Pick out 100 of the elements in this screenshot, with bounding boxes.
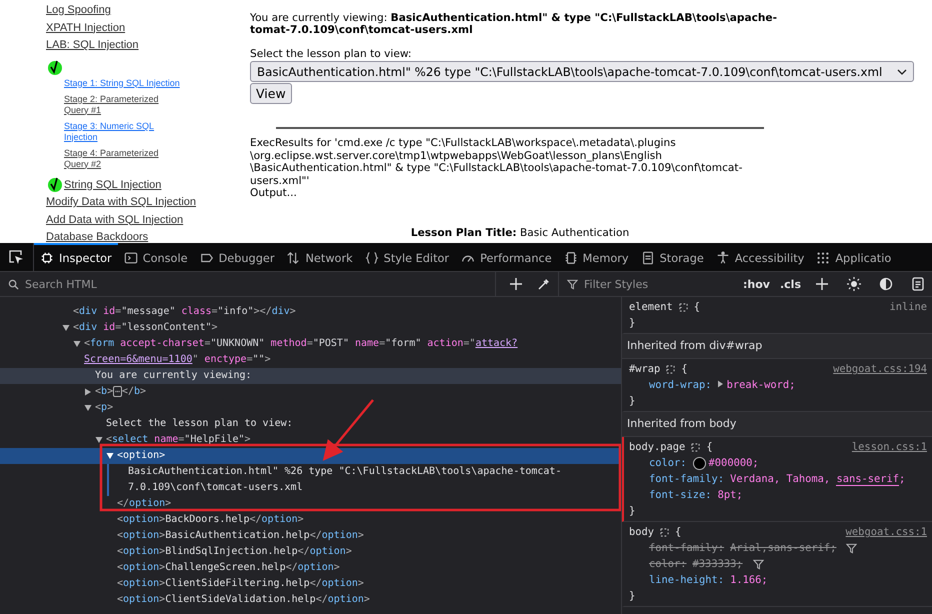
filter-icon[interactable] — [846, 542, 858, 554]
markup-row[interactable]: <div id="message" class="info"></div> — [0, 304, 621, 320]
rule-selector: body.page — [629, 440, 686, 455]
braces-icon — [364, 251, 379, 265]
markup-line: <option> — [117, 449, 166, 463]
stage-link[interactable]: Stage 4: Parameterized Query #2 — [64, 148, 182, 169]
devtools-tab[interactable]: Storage — [634, 243, 710, 271]
lesson-link[interactable]: XPATH Injection — [46, 20, 126, 37]
devtools-tab[interactable]: Performance — [455, 243, 558, 271]
css-declaration[interactable]: font-family: Arial,sans-serif; — [649, 540, 836, 556]
lesson-plan-select[interactable]: BasicAuthentication.html" %26 type "C:\FullstackLAB\tools\apache-tomcat-7.0.109\conf\tomcat-users.xml — [250, 61, 914, 82]
inherited-header: Inherited from div#wrap — [622, 334, 932, 359]
debugger-icon — [200, 251, 214, 265]
markup-row[interactable]: <option>ChallengeScreen.help</option> — [0, 560, 621, 576]
lesson-link[interactable]: Database Backdoors — [46, 229, 148, 243]
lesson-link[interactable]: Log Spoofing — [46, 2, 111, 20]
inspector-icon — [40, 251, 54, 265]
brace-text: { — [681, 362, 688, 377]
search-icon — [8, 278, 19, 290]
document-icon[interactable] — [911, 277, 925, 291]
stage-link[interactable]: Stage 2: Parameterized Query #1 — [64, 94, 182, 115]
css-declaration[interactable]: word-wrap: break-word; — [649, 377, 796, 393]
brace-text: } — [629, 504, 636, 519]
devtools-tab[interactable]: Console — [118, 243, 194, 271]
annotation-arrow — [322, 399, 374, 461]
css-declaration[interactable]: line-height: 1.166; — [649, 572, 768, 588]
add-icon[interactable] — [815, 277, 829, 291]
devtools-tab[interactable]: Debugger — [194, 243, 280, 271]
css-declaration[interactable]: font-family: Verdana, Tahoma, sans-serif; — [649, 471, 906, 487]
markup-line: <option>ClientSideValidation.help</option> — [117, 593, 371, 607]
brace-text: { — [694, 300, 700, 315]
markup-row[interactable]: BasicAuthentication.html" %26 type "C:\FullstackLAB\tools\apache-tomcat-7.0.109\conf\tomcat-users.xml — [0, 464, 621, 496]
markup-row[interactable]: <select name="HelpFile"> — [0, 432, 621, 448]
brace-text: } — [629, 394, 636, 409]
expand-arrow-icon[interactable] — [718, 380, 723, 388]
stage-link[interactable]: Stage 1: String SQL Injection — [64, 78, 182, 88]
memory-chip-icon — [564, 251, 578, 265]
css-declaration[interactable]: color: #000000; — [649, 455, 759, 471]
devtools-tab[interactable]: Applicatio — [810, 243, 898, 271]
grid-icon[interactable] — [666, 364, 676, 374]
markup-line: <option>ChallengeScreen.help</option> — [117, 561, 341, 575]
rule-source[interactable]: lesson.css:1 — [852, 439, 927, 455]
markup-row[interactable]: You are currently viewing: — [0, 368, 621, 384]
search-field[interactable]: Search HTML — [23, 276, 177, 292]
markup-line: <option>BlindSqlInjection.help</option> — [117, 545, 353, 559]
markup-row[interactable]: <p> — [0, 400, 621, 416]
markup-row[interactable]: <option>ClientSideFiltering.help</option> — [0, 576, 621, 592]
markup-line: </option> — [117, 497, 172, 511]
brace-text: } — [629, 316, 636, 331]
rule-source[interactable]: webgoat.css:1 — [846, 524, 927, 540]
lesson-link[interactable]: Modify Data with SQL Injection — [46, 194, 196, 212]
markup-row[interactable]: Select the lesson plan to view: — [0, 416, 621, 432]
color-swatch[interactable] — [692, 456, 706, 470]
view-button[interactable]: View — [250, 83, 292, 104]
lesson-link[interactable]: LAB: SQL Injection — [46, 37, 139, 54]
lesson-plan-title: Lesson Plan Title: Basic Authentication — [410, 226, 630, 240]
toggle-button[interactable]: :hov — [740, 278, 773, 290]
devtools-tab[interactable]: Inspector — [34, 243, 118, 271]
brace-text: { — [675, 525, 682, 540]
rule-selector: element — [629, 300, 673, 315]
filter-field[interactable]: Filter Styles — [582, 276, 736, 292]
markup-row[interactable]: <option>BackDoors.help</option> — [0, 512, 621, 528]
markup-row[interactable]: <option>BasicAuthentication.help</option> — [0, 528, 621, 544]
lesson-link[interactable]: Add Data with SQL Injection — [46, 212, 184, 229]
grid-dots-icon — [816, 251, 830, 265]
add-icon[interactable] — [509, 277, 523, 291]
grid-icon[interactable] — [660, 528, 670, 536]
pick-element-icon[interactable] — [8, 249, 24, 265]
markup-row[interactable]: </option> — [0, 496, 621, 512]
devtools-tab[interactable]: Memory — [558, 243, 635, 271]
markup-row[interactable]: <option>BlindSqlInjection.help</option> — [0, 544, 621, 560]
markup-row[interactable]: <b> ⋯ </b> — [0, 384, 621, 400]
grid-icon[interactable] — [678, 302, 688, 312]
markup-line: You are currently viewing: — [95, 369, 253, 383]
markup-line: Select the lesson plan to view: — [106, 417, 294, 431]
filter-icon[interactable] — [752, 558, 764, 570]
devtools-tab[interactable]: Style Editor — [358, 243, 456, 271]
markup-line: <p> — [95, 401, 114, 415]
storage-icon — [640, 251, 655, 265]
markup-row[interactable]: <option>ClientSideValidation.help</option> — [0, 592, 621, 608]
contrast-icon[interactable] — [879, 277, 893, 291]
css-declaration[interactable]: color: #333333; — [649, 556, 743, 572]
chevron-icon — [897, 68, 907, 74]
brace-text: } — [629, 589, 636, 604]
eyedropper-icon[interactable] — [537, 277, 551, 291]
css-declaration[interactable]: font-size: 8pt; — [649, 487, 743, 503]
markup-row[interactable]: <form accept-charset="UNKNOWN" method="POST" name="form" action="attack?Screen=6&menu=1100" enctype=""> — [0, 336, 621, 368]
markup-row[interactable]: <div id="lessonContent"> — [0, 320, 621, 336]
grid-icon[interactable] — [691, 442, 700, 452]
devtools-tab[interactable]: Network — [280, 243, 359, 271]
markup-line: <div id="lessonContent"> — [73, 321, 219, 335]
markup-line: <form accept-charset="UNKNOWN" method="POST" name="form" action="attack?Screen=6&menu=1100" enctype=""> — [84, 337, 519, 367]
markup-line: BasicAuthentication.html" %26 type "C:\FullstackLAB\tools\apache-tomcat-7.0.109\conf\tomcat-users.xml — [128, 465, 562, 495]
devtools-tab[interactable]: Accessibility — [710, 243, 810, 271]
toggle-button[interactable]: .cls — [776, 278, 804, 290]
lesson-link[interactable]: String SQL Injection — [64, 176, 162, 194]
stage-link[interactable]: Stage 3: Numeric SQL Injection — [64, 121, 182, 142]
rule-source[interactable]: webgoat.css:194 — [833, 361, 927, 377]
sun-icon[interactable] — [847, 277, 861, 291]
markup-row[interactable]: <option> — [0, 448, 621, 464]
